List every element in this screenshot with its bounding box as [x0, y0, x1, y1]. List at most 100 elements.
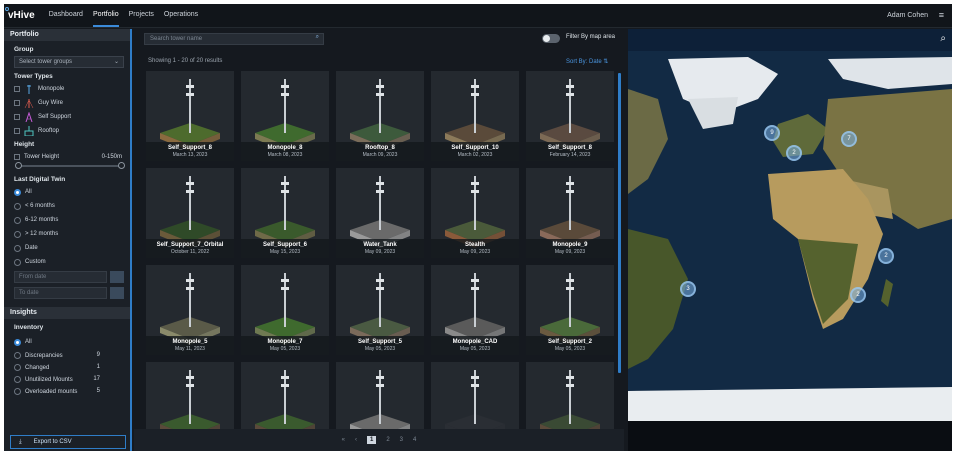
- radio-button[interactable]: [14, 388, 21, 395]
- checkbox[interactable]: [14, 154, 20, 160]
- tower-card[interactable]: Self_Support_5 May 05, 2023: [336, 265, 424, 355]
- checkbox[interactable]: [14, 128, 20, 134]
- radio-button[interactable]: [14, 258, 21, 266]
- nav-operations[interactable]: Operations: [164, 4, 198, 27]
- hamburger-menu-icon[interactable]: ≡: [939, 11, 944, 20]
- guy-wire-icon: [24, 99, 34, 108]
- tower-card[interactable]: Monopole_8 March 08, 2023: [241, 71, 329, 161]
- slider-max-handle[interactable]: [118, 162, 125, 169]
- checkbox[interactable]: [14, 86, 20, 92]
- scrollbar[interactable]: [618, 73, 621, 373]
- map-cluster-marker[interactable]: 7: [841, 131, 857, 147]
- tower-card-grid: Self_Support_8 March 13, 2023 Monopole_8 Ma…: [146, 71, 622, 431]
- self-support-icon: [25, 112, 33, 122]
- vhive-logo[interactable]: vHive: [5, 7, 35, 21]
- radio-button[interactable]: [14, 352, 21, 359]
- tower-card[interactable]: Self_Support_6 May 15, 2023: [241, 168, 329, 258]
- page-4[interactable]: 4: [413, 437, 416, 443]
- tower-card[interactable]: [146, 362, 234, 431]
- height-range-slider[interactable]: [15, 162, 125, 169]
- sort-dropdown[interactable]: Sort By: Date ⇅: [566, 58, 608, 65]
- tower-card[interactable]: Self_Support_8 February 14, 2023: [526, 71, 614, 161]
- tower-card[interactable]: Monopole_9 May 09, 2023: [526, 168, 614, 258]
- radio-button[interactable]: [14, 216, 21, 224]
- inventory-option-overloaded-mounts[interactable]: Overloaded mounts 5: [14, 388, 100, 395]
- height-filter-row[interactable]: Tower Height 0-150m: [14, 152, 122, 162]
- checkbox[interactable]: [14, 114, 20, 120]
- tower-card[interactable]: [526, 362, 614, 431]
- tower-card[interactable]: Monopole_5 May 11, 2023: [146, 265, 234, 355]
- filter-map-area-toggle[interactable]: [542, 34, 560, 43]
- search-input[interactable]: Search tower name ⌕: [144, 33, 324, 45]
- radio-button[interactable]: [14, 188, 21, 196]
- radio-button[interactable]: [14, 202, 21, 210]
- tower-type-rooftop[interactable]: Rooftop: [14, 126, 130, 136]
- tower-card[interactable]: Self_Support_7_Orbital October 11, 2022: [146, 168, 234, 258]
- inventory-option-unutilized-mounts[interactable]: Unutilized Mounts 17: [14, 376, 100, 383]
- tower-card[interactable]: Self_Support_8 March 13, 2023: [146, 71, 234, 161]
- tower-type-monopole[interactable]: Monopole: [14, 84, 130, 94]
- nav-dashboard[interactable]: Dashboard: [49, 4, 83, 27]
- tower-card[interactable]: [431, 362, 519, 431]
- tower-date: May 05, 2023: [459, 346, 491, 352]
- tower-card[interactable]: Water_Tank May 09, 2023: [336, 168, 424, 258]
- satellite-map[interactable]: [628, 29, 952, 451]
- search-icon[interactable]: ⌕: [316, 34, 319, 41]
- nav-portfolio[interactable]: Portfolio: [92, 4, 119, 27]
- tower-card[interactable]: Stealth May 09, 2023: [431, 168, 519, 258]
- inventory-option-all[interactable]: All: [14, 337, 130, 347]
- tower-card-caption: Monopole_5 May 11, 2023: [146, 336, 234, 355]
- tower-name: Water_Tank: [363, 242, 397, 248]
- export-csv-button[interactable]: ⤓ Export to CSV: [10, 435, 126, 449]
- radio-button[interactable]: [14, 376, 21, 383]
- tower-name: Self_Support_10: [451, 145, 499, 151]
- radio-button[interactable]: [14, 364, 21, 371]
- slider-min-handle[interactable]: [15, 162, 22, 169]
- tower-card[interactable]: Monopole_7 May 05, 2023: [241, 265, 329, 355]
- page-3[interactable]: 3: [400, 437, 403, 443]
- map-cluster-marker[interactable]: 2: [786, 145, 802, 161]
- world-map[interactable]: ⌕ 9 7 2 2 3 2: [628, 29, 952, 451]
- page-2[interactable]: 2: [386, 437, 389, 443]
- checkbox[interactable]: [14, 100, 20, 106]
- inventory-option-changed[interactable]: Changed 1: [14, 364, 100, 371]
- group-label: Group: [14, 46, 34, 53]
- prev-page-icon[interactable]: ‹: [355, 437, 357, 443]
- first-page-icon[interactable]: «: [342, 437, 345, 443]
- radio-button[interactable]: [14, 338, 21, 346]
- tower-card[interactable]: Rooftop_8 March 09, 2023: [336, 71, 424, 161]
- tower-card[interactable]: [336, 362, 424, 431]
- map-cluster-marker[interactable]: 2: [878, 248, 894, 264]
- map-cluster-marker[interactable]: 2: [850, 287, 866, 303]
- tower-card[interactable]: Self_Support_10 March 02, 2023: [431, 71, 519, 161]
- tower-name: Monopole_8: [267, 145, 303, 151]
- ldt-option-custom[interactable]: Custom: [14, 257, 130, 267]
- tower-date: March 08, 2023: [267, 152, 303, 158]
- inventory-option-discrepancies[interactable]: Discrepancies 9: [14, 352, 100, 359]
- user-name[interactable]: Adam Cohen: [887, 12, 928, 19]
- calendar-icon[interactable]: [110, 271, 124, 283]
- map-cluster-marker[interactable]: 9: [764, 125, 780, 141]
- from-date-input[interactable]: From date: [14, 271, 107, 283]
- tower-card[interactable]: Self_Support_2 May 05, 2023: [526, 265, 614, 355]
- ldt-option-6-months[interactable]: < 6 months: [14, 201, 130, 211]
- radio-button[interactable]: [14, 230, 21, 238]
- to-date-input[interactable]: To date: [14, 287, 107, 299]
- page-1[interactable]: 1: [366, 436, 377, 444]
- tower-date: March 09, 2023: [362, 152, 398, 158]
- tower-date: May 05, 2023: [364, 346, 396, 352]
- map-cluster-marker[interactable]: 3: [680, 281, 696, 297]
- radio-button[interactable]: [14, 244, 21, 252]
- ldt-option-date[interactable]: Date: [14, 243, 130, 253]
- group-select[interactable]: Select tower groups ⌄: [14, 56, 124, 68]
- tower-card[interactable]: Monopole_CAD May 05, 2023: [431, 265, 519, 355]
- ldt-option-6-12-months[interactable]: 6-12 months: [14, 215, 130, 225]
- nav-projects[interactable]: Projects: [129, 4, 154, 27]
- tower-type-self-support[interactable]: Self Support: [14, 112, 130, 122]
- ldt-option-12-months[interactable]: > 12 months: [14, 229, 130, 239]
- map-search-icon[interactable]: ⌕: [940, 33, 946, 44]
- calendar-icon[interactable]: [110, 287, 124, 299]
- ldt-option-all[interactable]: All: [14, 187, 130, 197]
- tower-type-guy-wire[interactable]: Guy Wire: [14, 98, 130, 108]
- tower-card[interactable]: [241, 362, 329, 431]
